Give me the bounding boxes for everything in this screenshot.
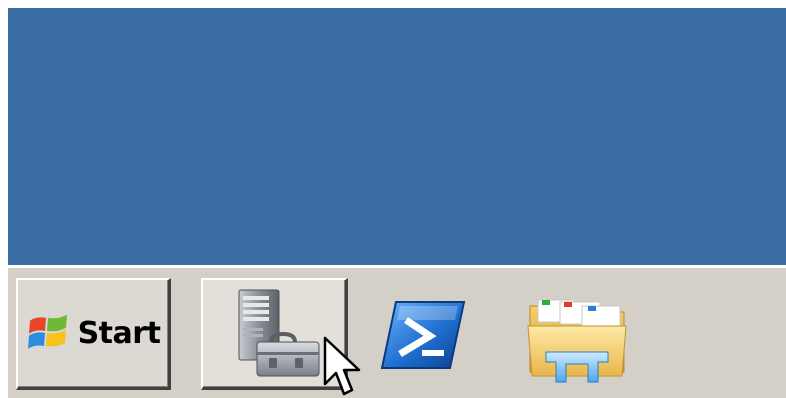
- windows-flag-icon: [26, 311, 72, 357]
- start-label: Start: [77, 316, 161, 351]
- screen: Start: [0, 0, 786, 398]
- powershell-icon: [378, 301, 468, 378]
- desktop-background[interactable]: [8, 8, 786, 265]
- quick-launch-file-explorer[interactable]: [524, 292, 630, 388]
- taskbar: Start: [8, 265, 786, 398]
- server-manager-icon: [233, 284, 323, 386]
- file-explorer-icon: [524, 299, 630, 388]
- taskbar-button-server-manager[interactable]: [201, 278, 348, 390]
- start-button[interactable]: Start: [16, 278, 171, 390]
- quick-launch-powershell[interactable]: [378, 298, 468, 378]
